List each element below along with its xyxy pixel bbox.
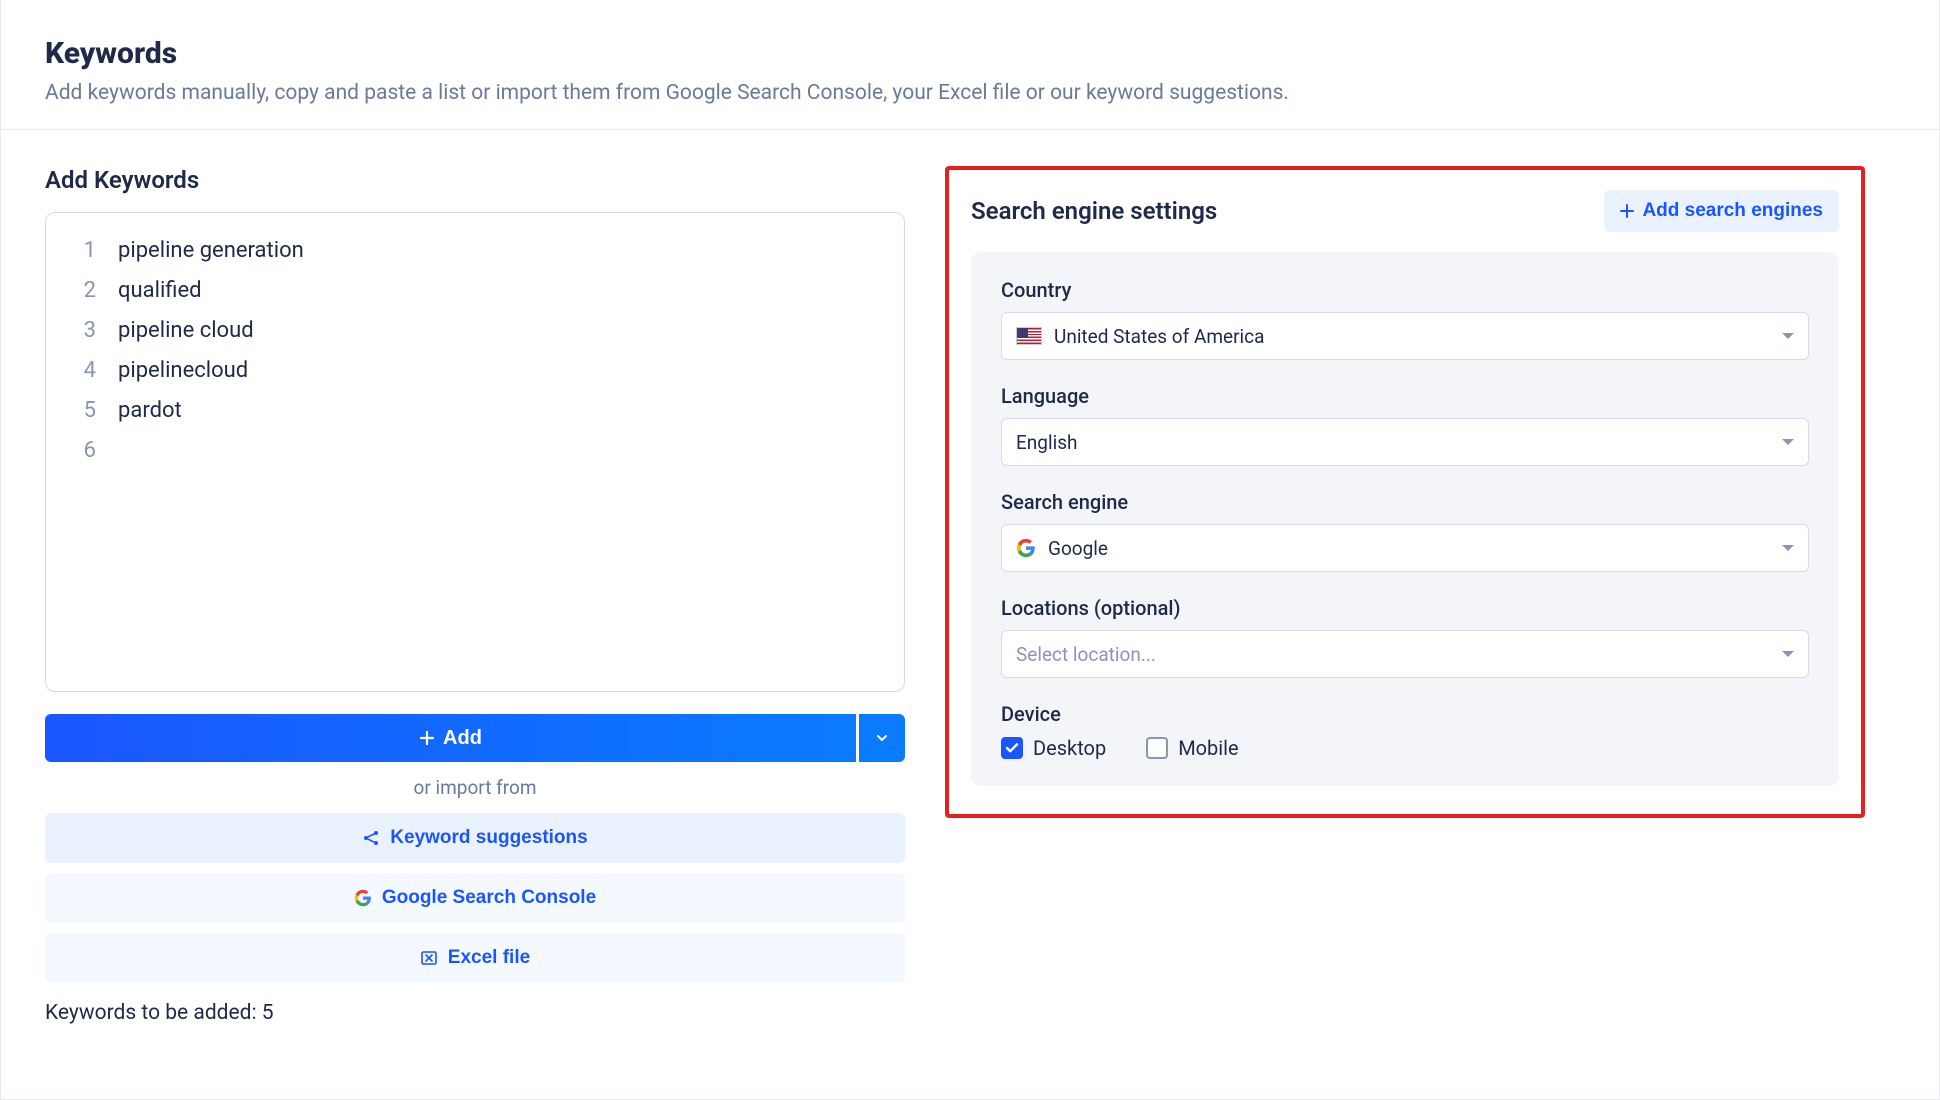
search-engine-select[interactable]: Google: [1001, 524, 1809, 572]
google-icon: [1016, 538, 1036, 558]
device-label: Device: [1001, 702, 1809, 726]
keywords-count: Keywords to be added: 5: [45, 1001, 905, 1025]
line-number: 6: [68, 431, 96, 471]
page-title: Keywords: [45, 36, 1895, 71]
mobile-checkbox[interactable]: Mobile: [1146, 736, 1238, 760]
line-number: 5: [68, 391, 96, 431]
keyword-text: pipeline cloud: [118, 311, 254, 351]
add-dropdown-toggle[interactable]: [859, 714, 905, 762]
keyword-text: pardot: [118, 391, 182, 431]
country-value: United States of America: [1054, 325, 1264, 348]
locations-select[interactable]: Select location...: [1001, 630, 1809, 678]
locations-label: Locations (optional): [1001, 596, 1809, 620]
excel-icon: [420, 949, 438, 967]
language-value: English: [1016, 431, 1077, 454]
line-number: 4: [68, 351, 96, 391]
device-row: Desktop Mobile: [1001, 736, 1809, 760]
google-search-console-button[interactable]: Google Search Console: [45, 873, 905, 923]
line-number: 1: [68, 231, 96, 271]
keywords-textarea[interactable]: 1 pipeline generation 2 qualified 3 pipe…: [45, 212, 905, 692]
chevron-down-icon: [876, 732, 888, 744]
keyword-text: qualified: [118, 271, 202, 311]
mobile-label: Mobile: [1178, 736, 1238, 760]
language-select[interactable]: English: [1001, 418, 1809, 466]
page-subtitle: Add keywords manually, copy and paste a …: [45, 81, 1895, 105]
excel-label: Excel file: [448, 947, 530, 969]
keyword-suggestions-label: Keyword suggestions: [390, 827, 587, 849]
list-item: 1 pipeline generation: [68, 231, 882, 271]
content: Add Keywords 1 pipeline generation 2 qua…: [1, 130, 1939, 1061]
list-item: 3 pipeline cloud: [68, 311, 882, 351]
import-label: or import from: [45, 776, 905, 799]
add-keywords-title: Add Keywords: [45, 166, 905, 194]
chevron-down-icon: [1782, 333, 1794, 339]
add-search-engines-label: Add search engines: [1642, 200, 1823, 222]
excel-file-button[interactable]: Excel file: [45, 933, 905, 983]
add-button[interactable]: Add: [45, 714, 856, 762]
country-field: Country United States of America: [1001, 278, 1809, 360]
locations-placeholder: Select location...: [1016, 643, 1156, 666]
line-number: 2: [68, 271, 96, 311]
add-button-label: Add: [443, 727, 482, 750]
desktop-checkbox[interactable]: Desktop: [1001, 736, 1106, 760]
ses-title: Search engine settings: [971, 197, 1217, 225]
share-icon: [362, 829, 380, 847]
list-item: 6: [68, 431, 882, 471]
plus-icon: [1620, 204, 1634, 218]
chevron-down-icon: [1782, 439, 1794, 445]
country-select[interactable]: United States of America: [1001, 312, 1809, 360]
locations-field: Locations (optional) Select location...: [1001, 596, 1809, 678]
list-item: 5 pardot: [68, 391, 882, 431]
chevron-down-icon: [1782, 651, 1794, 657]
search-engine-label: Search engine: [1001, 490, 1809, 514]
chevron-down-icon: [1782, 545, 1794, 551]
checkbox-icon: [1001, 737, 1023, 759]
device-field: Device Desktop: [1001, 702, 1809, 760]
highlight-box: Search engine settings Add search engine…: [945, 166, 1865, 818]
ses-header: Search engine settings Add search engine…: [971, 190, 1839, 232]
line-number: 3: [68, 311, 96, 351]
keyword-suggestions-button[interactable]: Keyword suggestions: [45, 813, 905, 863]
add-keywords-section: Add Keywords 1 pipeline generation 2 qua…: [45, 166, 905, 1025]
country-label: Country: [1001, 278, 1809, 302]
page: Keywords Add keywords manually, copy and…: [0, 0, 1940, 1100]
gsc-label: Google Search Console: [382, 887, 596, 909]
plus-icon: [419, 730, 435, 746]
add-search-engines-button[interactable]: Add search engines: [1604, 190, 1839, 232]
page-header: Keywords Add keywords manually, copy and…: [1, 0, 1939, 130]
us-flag-icon: [1016, 327, 1042, 345]
search-engine-value: Google: [1048, 537, 1108, 560]
search-engine-field: Search engine Google: [1001, 490, 1809, 572]
checkbox-icon: [1146, 737, 1168, 759]
language-label: Language: [1001, 384, 1809, 408]
keyword-text: pipeline generation: [118, 231, 304, 271]
search-engine-settings-section: Search engine settings Add search engine…: [945, 166, 1865, 1025]
google-icon: [354, 889, 372, 907]
keyword-text: pipelinecloud: [118, 351, 248, 391]
desktop-label: Desktop: [1033, 736, 1106, 760]
add-button-row: Add: [45, 714, 905, 762]
ses-panel: Country United States of America Languag…: [971, 252, 1839, 786]
list-item: 2 qualified: [68, 271, 882, 311]
language-field: Language English: [1001, 384, 1809, 466]
list-item: 4 pipelinecloud: [68, 351, 882, 391]
